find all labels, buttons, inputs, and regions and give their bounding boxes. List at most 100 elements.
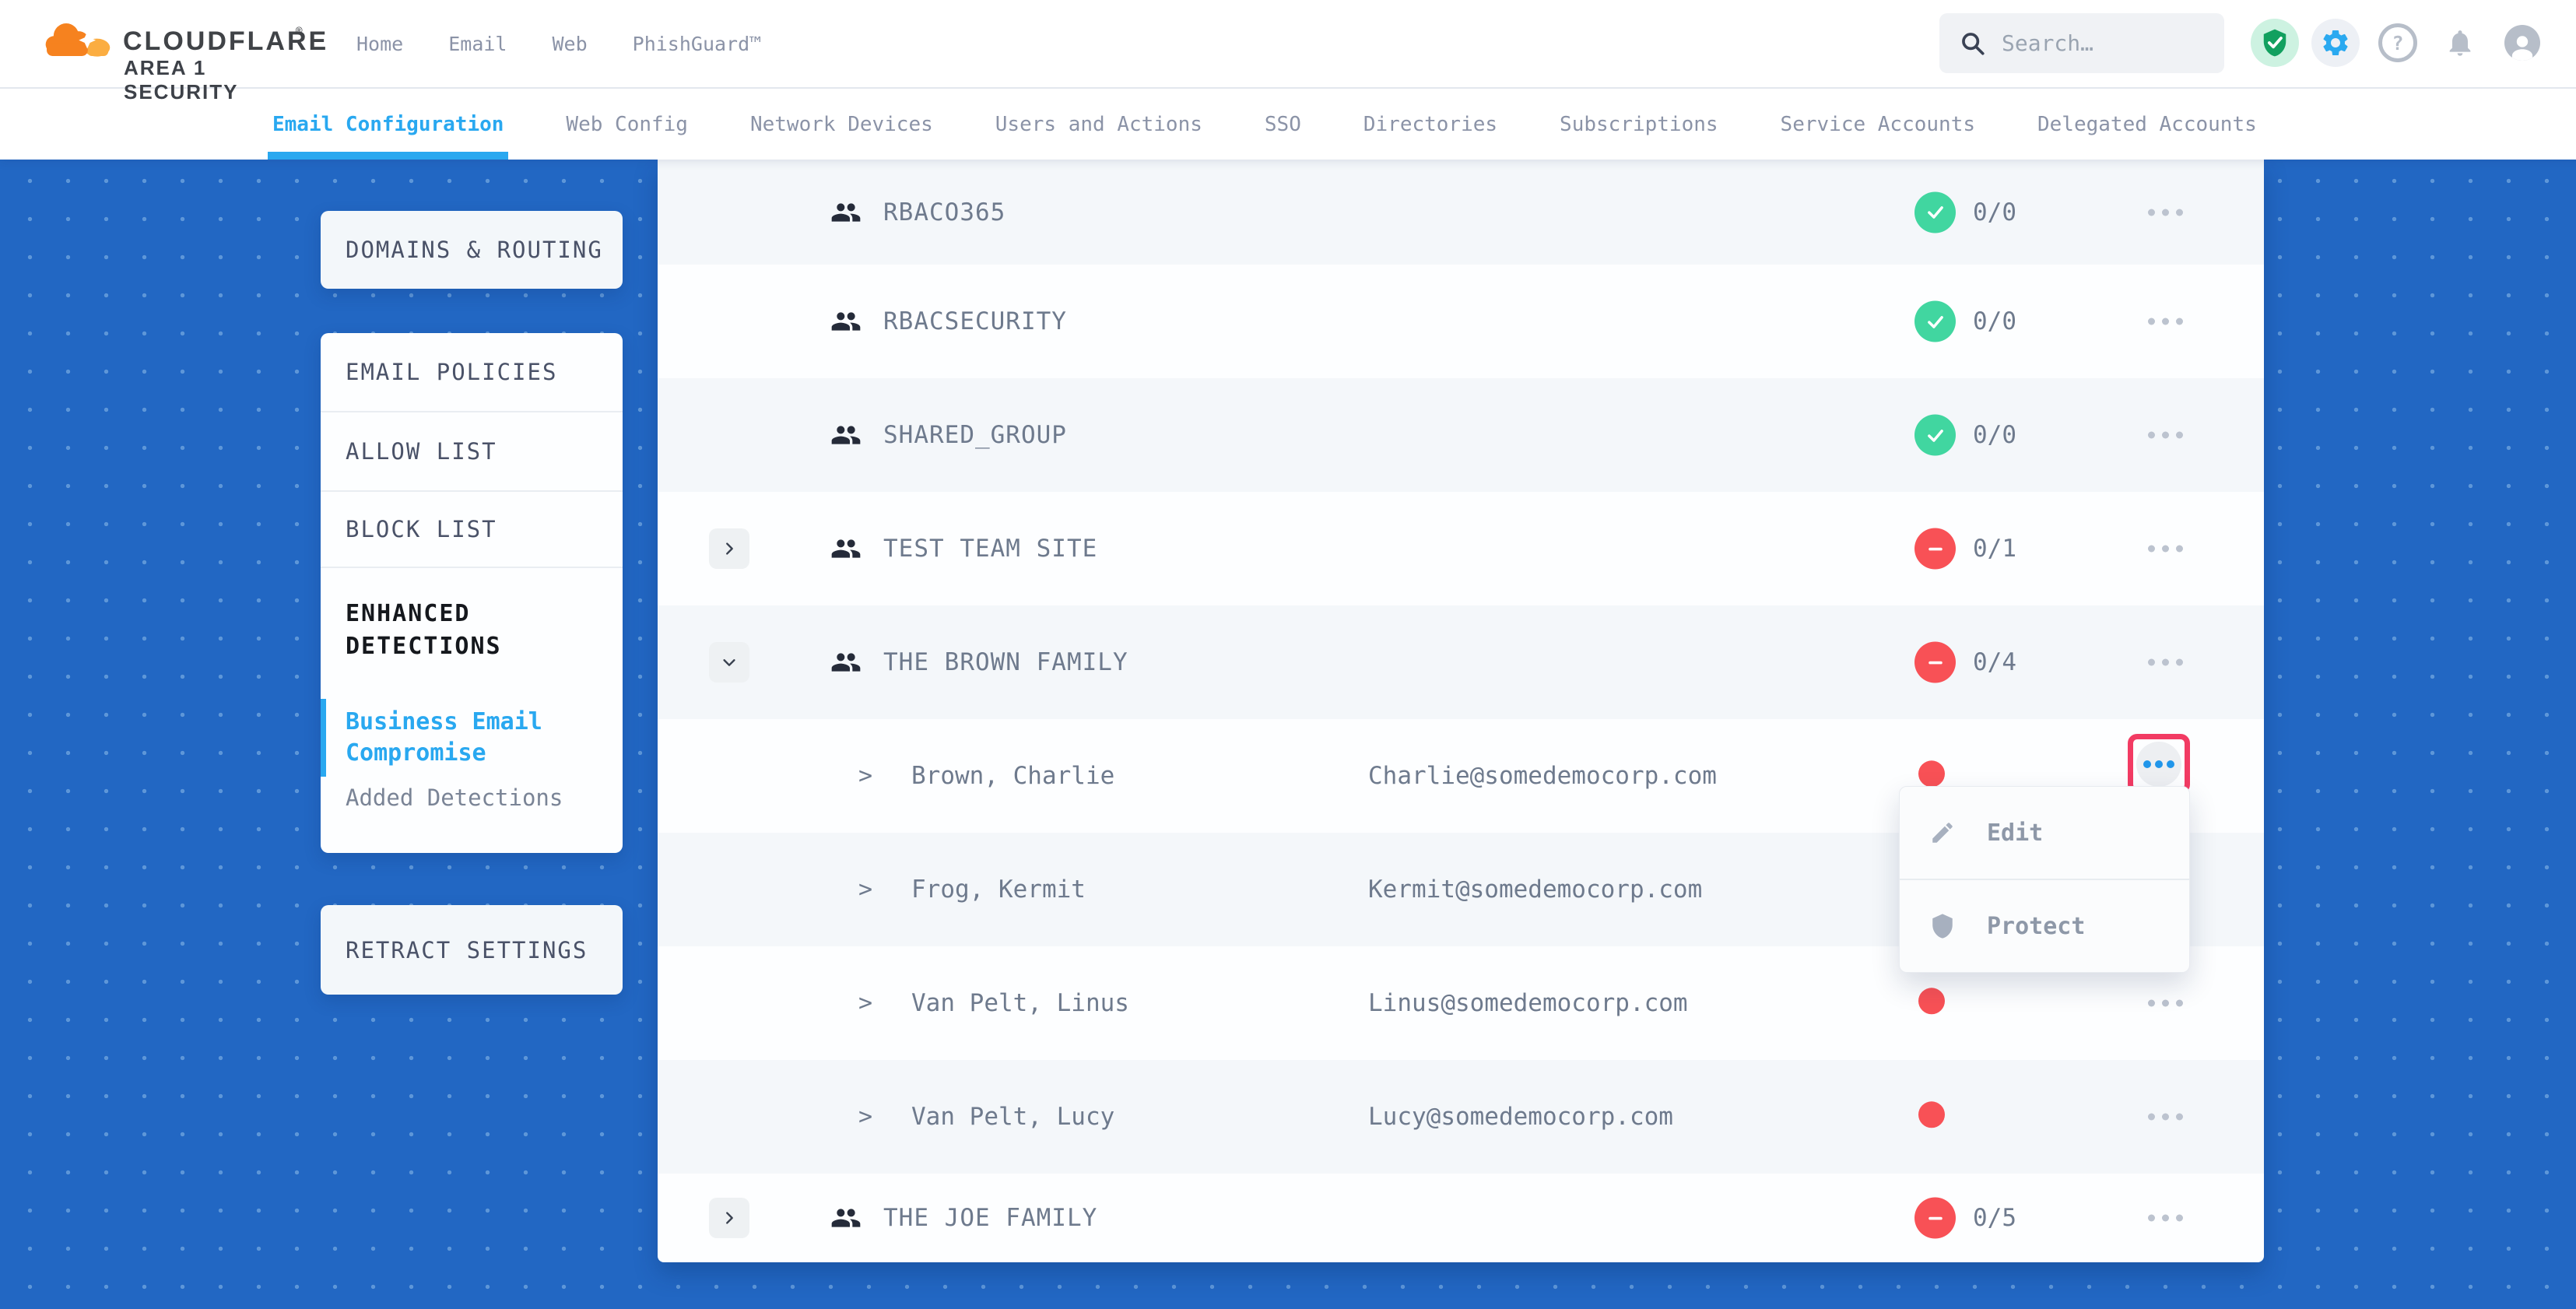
group-name: THE JOE FAMILY bbox=[883, 1204, 1097, 1232]
status-protected-badge bbox=[1914, 301, 1956, 342]
screen: CLOUDFLARE ® AREA 1 SECURITY Home Email … bbox=[0, 0, 2576, 1309]
row-actions-menu-button[interactable] bbox=[2140, 538, 2191, 560]
user-expand-marker[interactable]: > bbox=[858, 763, 872, 790]
sidebar-item-business-email-compromise[interactable]: Business Email Compromise bbox=[321, 693, 623, 782]
nav-item-phishguard[interactable]: PhishGuard™ bbox=[633, 33, 762, 55]
search-box bbox=[1939, 13, 2224, 73]
sidebar-card-email-policies: EMAIL POLICIES ALLOW LIST BLOCK LIST ENH… bbox=[321, 333, 623, 853]
tab-delegated-accounts[interactable]: Delegated Accounts bbox=[2037, 89, 2257, 160]
sidebar-card-domains-routing[interactable]: DOMAINS & ROUTING bbox=[321, 211, 623, 289]
group-icon bbox=[830, 197, 862, 228]
group-icon bbox=[830, 419, 862, 451]
expand-toggle-button[interactable] bbox=[709, 528, 749, 569]
user-email: Charlie@somedemocorp.com bbox=[1368, 762, 1717, 790]
user-name: Van Pelt, Lucy bbox=[911, 1103, 1114, 1131]
user-name: Van Pelt, Linus bbox=[911, 989, 1129, 1017]
menu-item-protect[interactable]: Protect bbox=[1900, 879, 2189, 972]
menu-item-edit[interactable]: Edit bbox=[1900, 787, 2189, 879]
user-email: Linus@somedemocorp.com bbox=[1368, 989, 1688, 1017]
account-icon[interactable] bbox=[2498, 19, 2546, 67]
cloudflare-area1-logo: CLOUDFLARE ® AREA 1 SECURITY bbox=[45, 6, 325, 81]
tab-web-config[interactable]: Web Config bbox=[566, 89, 688, 160]
status-unprotected-badge bbox=[1914, 1198, 1956, 1239]
tab-users-and-actions[interactable]: Users and Actions bbox=[995, 89, 1202, 160]
protection-count: 0/4 bbox=[1973, 648, 2016, 676]
tab-network-devices[interactable]: Network Devices bbox=[750, 89, 933, 160]
nav-item-email[interactable]: Email bbox=[448, 33, 507, 55]
user-name: Frog, Kermit bbox=[911, 876, 1086, 904]
secondary-nav: Email Configuration Web Config Network D… bbox=[0, 89, 2576, 160]
group-icon bbox=[830, 1202, 862, 1234]
row-actions-menu-button[interactable] bbox=[2140, 992, 2191, 1015]
table-row-group: THE JOE FAMILY 0/5 bbox=[658, 1174, 2264, 1262]
primary-nav: Home Email Web PhishGuard™ bbox=[356, 0, 761, 87]
active-indicator-bar bbox=[321, 699, 326, 777]
status-protected-badge bbox=[1914, 191, 1956, 233]
collapse-toggle-button[interactable] bbox=[709, 642, 749, 683]
sidebar-item-block-list[interactable]: BLOCK LIST bbox=[321, 490, 623, 567]
user-expand-marker[interactable]: > bbox=[858, 990, 872, 1017]
table-row-group: THE BROWN FAMILY 0/4 bbox=[658, 605, 2264, 719]
unprotected-status-dot bbox=[1918, 760, 1945, 787]
settings-gear-icon[interactable] bbox=[2311, 19, 2360, 67]
help-icon[interactable]: ? bbox=[2374, 19, 2422, 67]
table-row-user: > Van Pelt, Lucy Lucy@somedemocorp.com bbox=[658, 1060, 2264, 1174]
highlight-annotation-box bbox=[2128, 734, 2190, 794]
row-actions-menu-button[interactable] bbox=[2140, 201, 2191, 223]
nav-item-web[interactable]: Web bbox=[552, 33, 587, 55]
sidebar-item-added-detections[interactable]: Added Detections bbox=[321, 782, 623, 853]
search-input[interactable] bbox=[2000, 30, 2198, 57]
expand-toggle-button[interactable] bbox=[709, 1198, 749, 1238]
tab-subscriptions[interactable]: Subscriptions bbox=[1560, 89, 1718, 160]
table-row-group: TEST TEAM SITE 0/1 bbox=[658, 492, 2264, 605]
sidebar-item-domains-routing[interactable]: DOMAINS & ROUTING bbox=[321, 237, 603, 263]
row-actions-menu-button[interactable] bbox=[2140, 1106, 2191, 1128]
search-icon bbox=[1960, 30, 1986, 57]
group-icon bbox=[830, 533, 862, 564]
group-name: RBACO365 bbox=[883, 198, 1005, 226]
table-row-group: RBACSECURITY 0/0 bbox=[658, 265, 2264, 378]
group-name: THE BROWN FAMILY bbox=[883, 648, 1128, 676]
sidebar-card-retract-settings[interactable]: RETRACT SETTINGS bbox=[321, 905, 623, 995]
user-expand-marker[interactable]: > bbox=[858, 1104, 872, 1131]
table-row-group: SHARED_GROUP 0/0 bbox=[658, 378, 2264, 492]
tab-sso[interactable]: SSO bbox=[1265, 89, 1301, 160]
protection-count: 0/0 bbox=[1973, 198, 2016, 226]
row-actions-menu-button-active[interactable] bbox=[2136, 742, 2181, 787]
user-email: Lucy@somedemocorp.com bbox=[1368, 1103, 1673, 1131]
cloudflare-cloud-icon bbox=[45, 9, 114, 70]
group-name: TEST TEAM SITE bbox=[883, 535, 1097, 563]
pencil-icon bbox=[1929, 819, 1956, 846]
chevron-down-icon bbox=[721, 654, 738, 671]
notifications-bell-icon[interactable] bbox=[2436, 19, 2484, 67]
status-unprotected-badge bbox=[1914, 528, 1956, 570]
status-protected-badge bbox=[1914, 415, 1956, 456]
sidebar-item-allow-list[interactable]: ALLOW LIST bbox=[321, 411, 623, 490]
avatar bbox=[2504, 25, 2540, 61]
user-expand-marker[interactable]: > bbox=[858, 876, 872, 904]
tab-directories[interactable]: Directories bbox=[1363, 89, 1497, 160]
row-actions-menu-button[interactable] bbox=[2140, 651, 2191, 674]
groups-users-table: RBACO365 0/0 RBACSECURITY 0/0 SHARED_G bbox=[658, 160, 2264, 1262]
protection-count: 0/0 bbox=[1973, 307, 2016, 335]
shield-check-icon[interactable] bbox=[2251, 19, 2299, 67]
tab-service-accounts[interactable]: Service Accounts bbox=[1781, 89, 1975, 160]
registered-mark: ® bbox=[296, 25, 302, 37]
user-email: Kermit@somedemocorp.com bbox=[1368, 876, 1702, 904]
group-icon bbox=[830, 306, 862, 337]
row-actions-menu-button[interactable] bbox=[2140, 311, 2191, 333]
context-menu: Edit Protect bbox=[1899, 786, 2190, 973]
protection-count: 0/1 bbox=[1973, 535, 2016, 563]
nav-item-home[interactable]: Home bbox=[356, 33, 403, 55]
sidebar-item-email-policies[interactable]: EMAIL POLICIES bbox=[321, 333, 623, 411]
row-actions-menu-button[interactable] bbox=[2140, 424, 2191, 447]
row-actions-menu-button[interactable] bbox=[2140, 1207, 2191, 1230]
protection-count: 0/0 bbox=[1973, 421, 2016, 449]
chevron-right-icon bbox=[721, 540, 738, 557]
sidebar-item-retract-settings[interactable]: RETRACT SETTINGS bbox=[321, 937, 588, 963]
app-header: CLOUDFLARE ® AREA 1 SECURITY Home Email … bbox=[0, 0, 2576, 89]
sidebar-item-enhanced-detections[interactable]: ENHANCED DETECTIONS bbox=[321, 567, 623, 693]
table-row-group: RBACO365 0/0 bbox=[658, 160, 2264, 265]
brand-product: AREA 1 SECURITY bbox=[124, 56, 325, 104]
protection-count: 0/5 bbox=[1973, 1204, 2016, 1232]
